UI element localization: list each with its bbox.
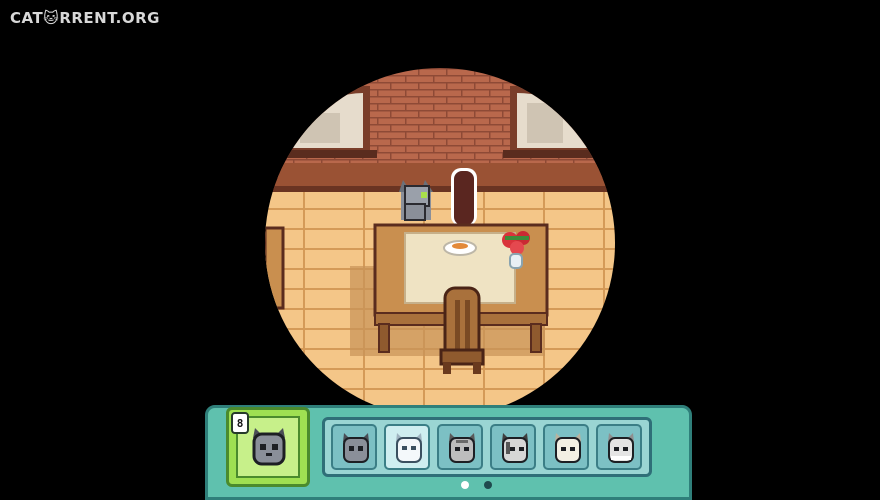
- gray-cat-face-icon: [343, 433, 369, 463]
- back-chair: [451, 168, 477, 226]
- roster-slot-gray-cat[interactable]: [331, 424, 377, 470]
- roster-slot-white-cat[interactable]: [384, 424, 430, 470]
- roster-slot-striped-cat[interactable]: [490, 424, 536, 470]
- page-dot-active[interactable]: [461, 481, 469, 489]
- dining-room-illustration: [265, 68, 615, 418]
- cream-cat-face-icon: [555, 433, 581, 463]
- front-chair: [439, 286, 485, 374]
- gray-cat-face-icon: [249, 422, 289, 474]
- character-selection-bar: 8: [205, 405, 692, 500]
- left-window: [285, 85, 377, 158]
- selected-character-card[interactable]: 8: [226, 407, 310, 487]
- roster-slot-cream-cat[interactable]: [543, 424, 589, 470]
- right-window: [503, 85, 605, 158]
- tabby-cat-face-icon: [449, 433, 475, 463]
- game-scene-dining-room[interactable]: [265, 68, 615, 418]
- page-dot-inactive[interactable]: [484, 481, 492, 489]
- site-watermark: CAT🐱RRENT.ORG: [10, 9, 160, 27]
- character-count-badge: 8: [231, 412, 249, 434]
- character-roster: [322, 417, 652, 477]
- roster-slot-tabby-cat[interactable]: [437, 424, 483, 470]
- gray-cat-character: [399, 180, 433, 221]
- white-cat-face-icon: [396, 433, 422, 463]
- roster-slot-fluffy-cat[interactable]: [596, 424, 642, 470]
- striped-cat-face-icon: [502, 433, 528, 463]
- white-fluffy-cat-face-icon: [608, 433, 634, 463]
